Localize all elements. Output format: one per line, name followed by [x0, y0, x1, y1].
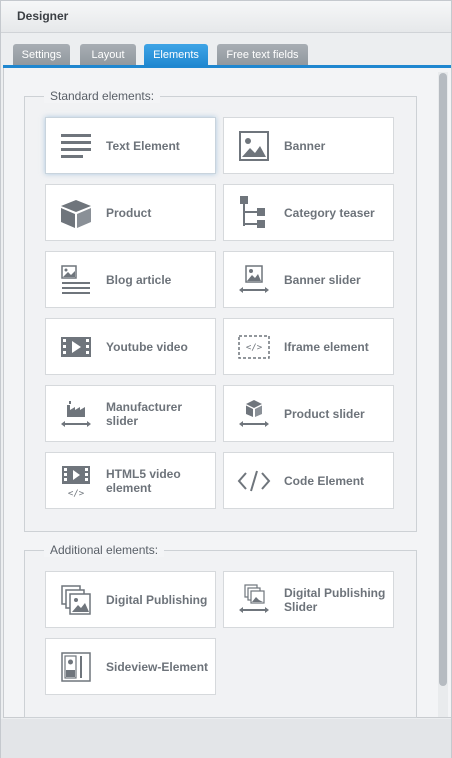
article-icon — [61, 265, 90, 294]
tile-manufacturer-slider[interactable]: Manufacturer slider — [45, 385, 216, 442]
tile-label: Banner — [284, 138, 326, 153]
tab-free-text-fields[interactable]: Free text fields — [217, 44, 308, 67]
tile-label: Product — [106, 205, 152, 220]
tile-html5-video-element[interactable]: </> HTML5 video element — [45, 452, 216, 509]
footer-area — [1, 719, 451, 758]
tree-icon — [240, 196, 265, 228]
tile-label: Code Element — [284, 473, 365, 488]
additional-elements-legend: Additional elements: — [44, 543, 165, 557]
factory-slider-icon — [61, 401, 91, 427]
text-lines-icon — [61, 134, 91, 158]
svg-text:</>: </> — [246, 343, 263, 353]
box-slider-icon — [239, 400, 269, 427]
tab-settings[interactable]: Settings — [13, 44, 70, 67]
tile-label: Manufacturer slider — [106, 399, 183, 428]
tile-banner-slider[interactable]: Banner slider — [223, 251, 394, 308]
tile-code-element[interactable]: Code Element — [223, 452, 394, 509]
video-icon — [61, 337, 91, 357]
sideview-icon — [61, 652, 91, 682]
tab-layout[interactable]: Layout — [80, 44, 136, 67]
tile-label: Digital Publishing — [106, 592, 208, 607]
tile-product-slider[interactable]: Product slider — [223, 385, 394, 442]
tile-blog-article[interactable]: Blog article — [45, 251, 216, 308]
stacked-images-slider-icon — [239, 584, 269, 613]
box-icon — [61, 200, 91, 228]
tile-label: Sideview-Element — [106, 659, 209, 674]
image-slider-icon — [239, 265, 269, 293]
tile-label: Digital Publishing Slider — [284, 585, 386, 614]
svg-text:</>: </> — [68, 489, 85, 498]
window-title: Designer — [17, 9, 69, 23]
designer-window: Designer Settings Layout Elements Free t… — [0, 0, 452, 758]
tab-elements[interactable]: Elements — [144, 44, 208, 67]
tile-label: Blog article — [106, 272, 172, 287]
tile-label: Category teaser — [284, 205, 375, 220]
tile-digital-publishing[interactable]: Digital Publishing — [45, 571, 216, 628]
image-icon — [239, 131, 269, 161]
standard-elements-legend: Standard elements: — [44, 89, 161, 103]
tile-label: Text Element — [106, 138, 180, 153]
tile-sideview-element[interactable]: Sideview-Element — [45, 638, 216, 695]
tile-product[interactable]: Product — [45, 184, 216, 241]
html5-video-icon: </> — [62, 466, 90, 498]
tile-label: HTML5 video element — [106, 466, 181, 495]
tile-label: Banner slider — [284, 272, 361, 287]
tile-banner[interactable]: Banner — [223, 117, 394, 174]
tile-youtube-video[interactable]: Youtube video — [45, 318, 216, 375]
tile-iframe-element[interactable]: </> Iframe element — [223, 318, 394, 375]
tile-label: Youtube video — [106, 339, 188, 354]
tile-text-element[interactable]: Text Element — [45, 117, 216, 174]
code-icon — [237, 470, 271, 492]
tab-bar: Settings Layout Elements Free text field… — [1, 33, 451, 67]
title-bar: Designer — [1, 1, 451, 33]
tile-label: Product slider — [284, 406, 365, 421]
tile-digital-publishing-slider[interactable]: Digital Publishing Slider — [223, 571, 394, 628]
scrollbar-thumb[interactable] — [439, 73, 447, 686]
stacked-images-icon — [61, 585, 91, 615]
iframe-icon: </> — [238, 335, 270, 359]
tile-category-teaser[interactable]: Category teaser — [223, 184, 394, 241]
tile-label: Iframe element — [284, 339, 369, 354]
